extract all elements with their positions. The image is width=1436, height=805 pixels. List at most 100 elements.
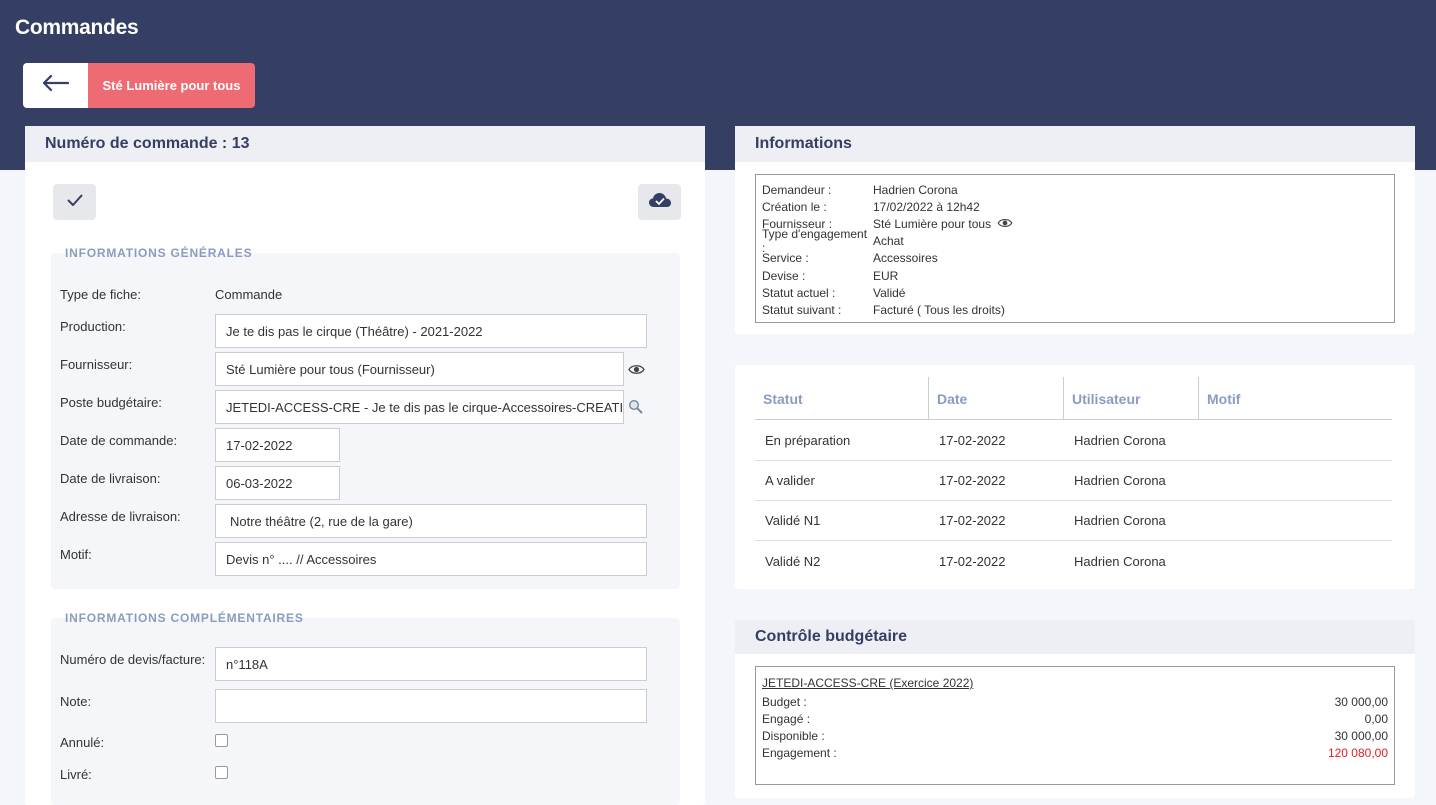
production-field[interactable]: Je te dis pas le cirque (Théâtre) - 2021… [215, 314, 647, 348]
cell-status: Validé N1 [765, 513, 821, 528]
status-history-card: Statut Date Utilisateur Motif En prépara… [735, 365, 1415, 589]
info-row-engagement-type: Type d'engagement : Achat [762, 227, 1388, 255]
type-value: Commande [215, 287, 283, 302]
budget-post-field[interactable]: JETEDI-ACCESS-CRE - Je te dis pas le cir… [215, 390, 624, 424]
info-row-current-status: Statut actuel : Validé [762, 284, 1388, 301]
budget-post-link[interactable]: JETEDI-ACCESS-CRE (Exercice 2022) [762, 676, 1388, 690]
info-value: Sté Lumière pour tous [873, 216, 992, 231]
column-header-status[interactable]: Statut [755, 377, 929, 420]
info-value: Validé [873, 285, 906, 300]
budget-value-engagement: 120 080,00 [1327, 745, 1388, 760]
cell-date: 17-02-2022 [939, 553, 1006, 569]
cell-date: 17-02-2022 [939, 513, 1006, 528]
info-key: Demandeur : [762, 182, 832, 197]
supplier-field[interactable]: Sté Lumière pour tous (Fournisseur) [215, 352, 624, 386]
info-key: Service : [762, 251, 809, 266]
info-key: Devise : [762, 268, 806, 283]
cell-date: 17-02-2022 [939, 473, 1006, 488]
info-row-requester: Demandeur : Hadrien Corona [762, 181, 1388, 198]
budget-post-label: Poste budgétaire: [60, 395, 162, 410]
informations-card: Informations Demandeur : Hadrien Corona C… [735, 126, 1415, 334]
column-header-motive[interactable]: Motif [1199, 377, 1392, 420]
cancelled-checkbox[interactable] [215, 734, 228, 747]
budget-key: Engagé : [762, 711, 811, 726]
info-row-next-status: Statut suivant : Facturé ( Tous les droit… [762, 301, 1388, 318]
info-row-currency: Devise : EUR [762, 267, 1388, 284]
cell-date: 17-02-2022 [939, 433, 1006, 448]
address-label: Adresse de livraison: [60, 509, 181, 524]
address-field[interactable]: Notre théâtre (2, rue de la gare) [215, 504, 647, 538]
type-label: Type de fiche: [60, 287, 141, 302]
info-value: EUR [873, 268, 899, 283]
informations-title: Informations [735, 126, 1415, 162]
info-key: Statut suivant : [762, 302, 842, 317]
delivery-date-label: Date de livraison: [60, 471, 161, 486]
info-value: Hadrien Corona [873, 182, 958, 197]
budget-control-card: Contrôle budgétaire JETEDI-ACCESS-CRE (E… [735, 620, 1415, 798]
order-card: Numéro de commande : 13 INFORMATIONS GÉN… [25, 126, 705, 805]
eye-icon[interactable] [628, 362, 645, 380]
cell-status: Validé N2 [765, 553, 821, 569]
order-date-field[interactable]: 17-02-2022 [215, 428, 340, 462]
arrow-left-icon [42, 74, 69, 96]
table-row: Validé N1 17-02-2022 Hadrien Corona [755, 501, 1392, 541]
cell-status: En préparation [765, 433, 851, 448]
budget-key: Budget : [762, 694, 807, 709]
supplier-label: Fournisseur: [60, 357, 133, 372]
info-row-created: Création le : 17/02/2022 à 12h42 [762, 198, 1388, 215]
info-value: Achat [873, 234, 904, 249]
informations-box: Demandeur : Hadrien Corona Création le : 1… [755, 174, 1395, 323]
page-title: Commandes [15, 16, 139, 39]
production-label: Production: [60, 319, 126, 334]
budget-row-engagement: Engagement : 120 080,00 [762, 744, 1388, 761]
cell-user: Hadrien Corona [1074, 473, 1166, 488]
budget-value: 30 000,00 [1334, 694, 1388, 709]
check-icon [66, 193, 83, 211]
info-value-wrap: Sté Lumière pour tous [873, 217, 1013, 231]
info-row-service: Service : Accessoires [762, 250, 1388, 267]
delivered-checkbox[interactable] [215, 766, 228, 779]
info-value: Accessoires [873, 251, 938, 266]
budget-box: JETEDI-ACCESS-CRE (Exercice 2022) Budget… [755, 666, 1395, 785]
complementary-section-title: INFORMATIONS COMPLÉMENTAIRES [65, 611, 304, 625]
budget-row-budget: Budget : 30 000,00 [762, 693, 1388, 710]
note-label: Note: [60, 694, 92, 709]
general-section-title: INFORMATIONS GÉNÉRALES [65, 246, 253, 260]
back-button[interactable] [23, 63, 88, 108]
cloud-save-button[interactable] [638, 184, 681, 220]
column-header-date[interactable]: Date [929, 377, 1064, 420]
validate-button[interactable] [53, 184, 96, 220]
budget-title: Contrôle budgétaire [735, 620, 1415, 654]
budget-key: Engagement : [762, 745, 837, 760]
budget-value: 0,00 [1364, 711, 1388, 726]
motive-label: Motif: [60, 547, 92, 562]
table-row: En préparation 17-02-2022 Hadrien Corona [755, 421, 1392, 461]
cell-user: Hadrien Corona [1074, 553, 1166, 569]
note-field[interactable] [215, 689, 647, 723]
cancelled-label: Annulé: [60, 735, 105, 750]
order-date-label: Date de commande: [60, 433, 178, 448]
quote-field[interactable]: n°118A [215, 647, 647, 681]
eye-icon[interactable] [997, 217, 1013, 231]
cell-status: A valider [765, 473, 815, 488]
column-header-user[interactable]: Utilisateur [1064, 377, 1199, 420]
motive-field[interactable]: Devis n° .... // Accessoires [215, 542, 647, 576]
info-key: Statut actuel : [762, 285, 836, 300]
cell-user: Hadrien Corona [1074, 513, 1166, 528]
delivery-date-field[interactable]: 06-03-2022 [215, 466, 340, 500]
quote-label: Numéro de devis/facture: [60, 652, 206, 667]
table-row: A valider 17-02-2022 Hadrien Corona [755, 461, 1392, 501]
order-title: Numéro de commande : 13 [25, 126, 705, 162]
search-icon[interactable] [628, 399, 643, 419]
budget-key: Disponible : [762, 728, 825, 743]
status-table-header: Statut Date Utilisateur Motif [755, 377, 1392, 420]
table-row: Validé N2 17-02-2022 Hadrien Corona [755, 541, 1392, 581]
supplier-button[interactable]: Sté Lumière pour tous [88, 63, 255, 108]
budget-value: 30 000,00 [1334, 728, 1388, 743]
delivered-label: Livré: [60, 767, 92, 782]
info-key: Création le : [762, 199, 827, 214]
cloud-check-icon [648, 192, 672, 213]
info-value: Facturé ( Tous les droits) [873, 302, 1005, 317]
budget-row-available: Disponible : 30 000,00 [762, 727, 1388, 744]
cell-user: Hadrien Corona [1074, 433, 1166, 448]
